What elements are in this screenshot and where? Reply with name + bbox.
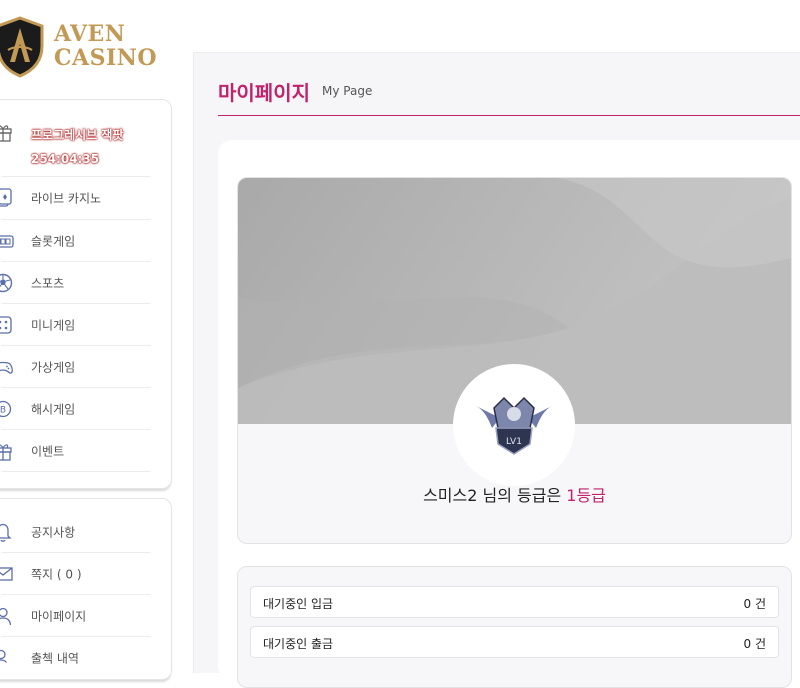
logo-line-2: CASINO bbox=[54, 45, 158, 71]
sidebar-item-label: 스포츠 bbox=[31, 276, 65, 290]
svg-text:LV1: LV1 bbox=[506, 437, 522, 447]
sidebar-item-label: 라이브 카지노 bbox=[31, 191, 102, 206]
stat-row-pending-withdrawal: 대기중인 출금 0 건 bbox=[250, 626, 779, 658]
logo-line-1: AVEN bbox=[54, 21, 126, 47]
sidebar-item-virtual-game[interactable]: 가상게임 bbox=[0, 346, 151, 388]
sidebar-item-label: 마이페이지 bbox=[31, 609, 87, 623]
sidebar-account-panel: 공지사항 쪽지 ( 0 ) 마이페이지 출첵 내역 bbox=[0, 498, 172, 680]
pending-stats-card: 대기중인 입금 0 건 대기중인 출금 0 건 bbox=[237, 566, 792, 688]
sidebar-item-notice[interactable]: 공지사항 bbox=[0, 511, 151, 553]
sidebar-item-event[interactable]: 이벤트 bbox=[0, 430, 151, 472]
page-subtitle: My Page bbox=[322, 84, 373, 98]
sidebar-item-sports[interactable]: 스포츠 bbox=[0, 262, 151, 304]
sidebar-item-live-casino[interactable]: 라이브 카지노 bbox=[0, 177, 151, 220]
sidebar-item-messages[interactable]: 쪽지 ( 0 ) bbox=[0, 553, 151, 595]
dice-icon bbox=[0, 315, 12, 334]
sidebar-item-progressive-jackpot[interactable]: 프로그레시브 잭팟 254:04:35 bbox=[0, 114, 151, 177]
grade-value: 1등급 bbox=[566, 486, 606, 505]
stat-value: 0 건 bbox=[743, 597, 767, 611]
sidebar-item-label: 슬롯게임 bbox=[31, 234, 76, 248]
promo-timer: 254:04:35 bbox=[31, 152, 100, 166]
sidebar-item-slot[interactable]: 슬롯게임 bbox=[0, 220, 151, 262]
sidebar-item-hash-game[interactable]: B 해시게임 bbox=[0, 388, 151, 430]
sidebar-item-minigame[interactable]: 미니게임 bbox=[0, 304, 151, 346]
sidebar-item-label: 출첵 내역 bbox=[31, 651, 79, 665]
grade-prefix: 스미스2 님의 등급은 bbox=[423, 486, 567, 505]
sidebar-item-mypage[interactable]: 마이페이지 bbox=[0, 595, 151, 637]
gift-icon bbox=[0, 125, 12, 142]
svg-text:B: B bbox=[0, 405, 6, 415]
logo-wordmark: AVEN CASINO bbox=[54, 22, 157, 70]
profile-card: LV1 스미스2 님의 등급은 1등급 bbox=[237, 177, 792, 544]
soccer-ball-icon bbox=[0, 273, 13, 292]
level-badge-icon: LV1 bbox=[476, 396, 552, 455]
logo[interactable]: AVEN CASINO bbox=[0, 14, 170, 78]
page-title: 마이페이지 bbox=[218, 81, 310, 105]
stat-value: 0 건 bbox=[743, 637, 767, 651]
aven-shield-logo-icon bbox=[0, 16, 44, 78]
envelope-icon bbox=[0, 566, 13, 581]
gamepad-icon bbox=[0, 361, 13, 374]
live-casino-card-icon bbox=[0, 188, 12, 207]
sidebar-item-attendance[interactable]: 출첵 내역 bbox=[0, 637, 151, 678]
bell-icon bbox=[0, 523, 12, 542]
sidebar-games-panel: 프로그레시브 잭팟 254:04:35 라이브 카지노 슬롯게임 스포츠 미니게… bbox=[0, 99, 172, 489]
sidebar-item-label: 이벤트 bbox=[31, 444, 65, 458]
stat-label: 대기중인 출금 bbox=[263, 637, 334, 651]
promo-label: 프로그레시브 잭팟 bbox=[31, 128, 124, 142]
user-icon bbox=[0, 607, 12, 625]
sidebar-item-label: 미니게임 bbox=[31, 318, 76, 332]
grade-text: 스미스2 님의 등급은 1등급 bbox=[238, 482, 791, 506]
stat-row-pending-deposit: 대기중인 입금 0 건 bbox=[250, 586, 779, 618]
sidebar-item-label: 공지사항 bbox=[31, 525, 76, 539]
sidebar-item-label: 쪽지 ( 0 ) bbox=[31, 567, 82, 581]
sidebar-item-label: 해시게임 bbox=[31, 402, 76, 416]
title-divider bbox=[218, 115, 800, 116]
slot-machine-icon bbox=[0, 234, 14, 248]
level-badge-holder: LV1 bbox=[453, 364, 575, 486]
gift-icon bbox=[0, 443, 12, 461]
bitcoin-coin-icon: B bbox=[0, 400, 12, 417]
user-check-icon bbox=[0, 649, 8, 663]
stat-label: 대기중인 입금 bbox=[263, 597, 334, 611]
sidebar-item-label: 가상게임 bbox=[31, 360, 76, 374]
